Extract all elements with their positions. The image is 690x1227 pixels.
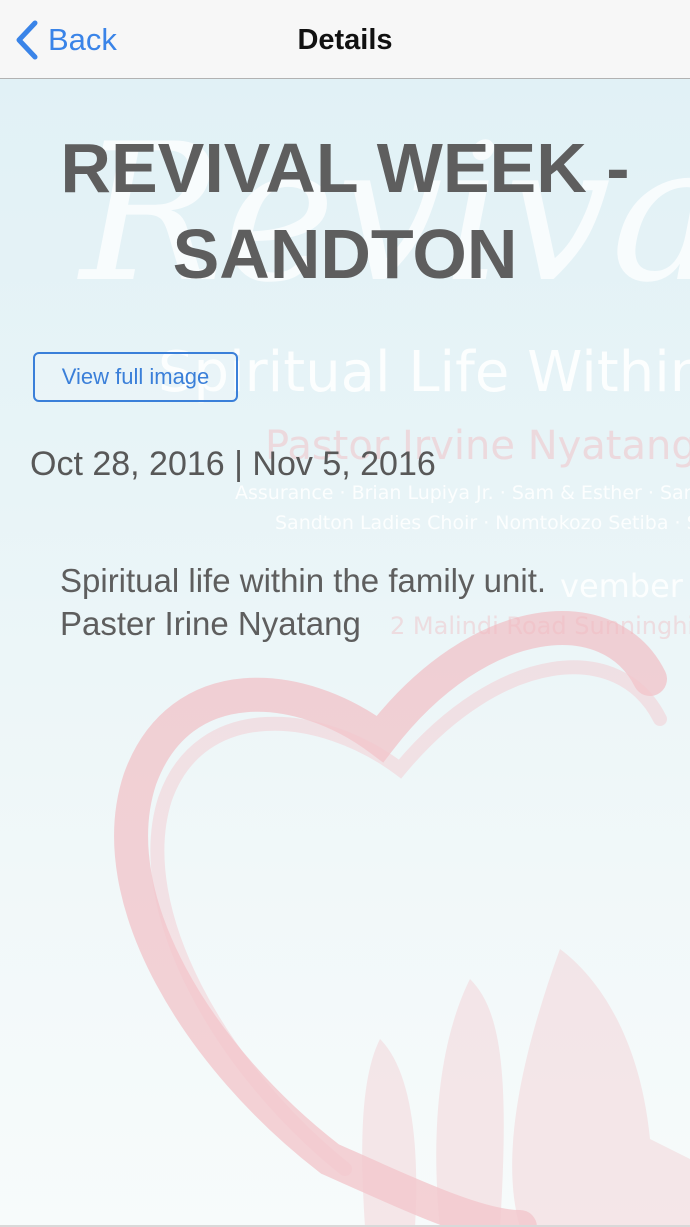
description-line-2: Paster Irine Nyatang — [60, 605, 361, 642]
description-line-1: Spiritual life within the family unit. — [60, 562, 547, 599]
poster-line-2: Sandton Ladies Choir · Nomtokozo Setiba … — [275, 512, 690, 534]
event-details: Revival Spiritual Life Within The Pastor… — [0, 79, 690, 1227]
view-full-image-button[interactable]: View full image — [33, 352, 238, 402]
event-dates: Oct 28, 2016 | Nov 5, 2016 — [30, 445, 436, 483]
hands-icon — [362, 949, 690, 1227]
navigation-bar: Back Details — [0, 0, 690, 79]
page-title: Details — [297, 24, 393, 56]
poster-line-1: Assurance · Brian Lupiya Jr. · Sam & Est… — [235, 482, 690, 504]
event-description: Spiritual life within the family unit. P… — [60, 559, 660, 645]
event-title: REVIVAL WEEK - SANDTON — [60, 129, 630, 293]
